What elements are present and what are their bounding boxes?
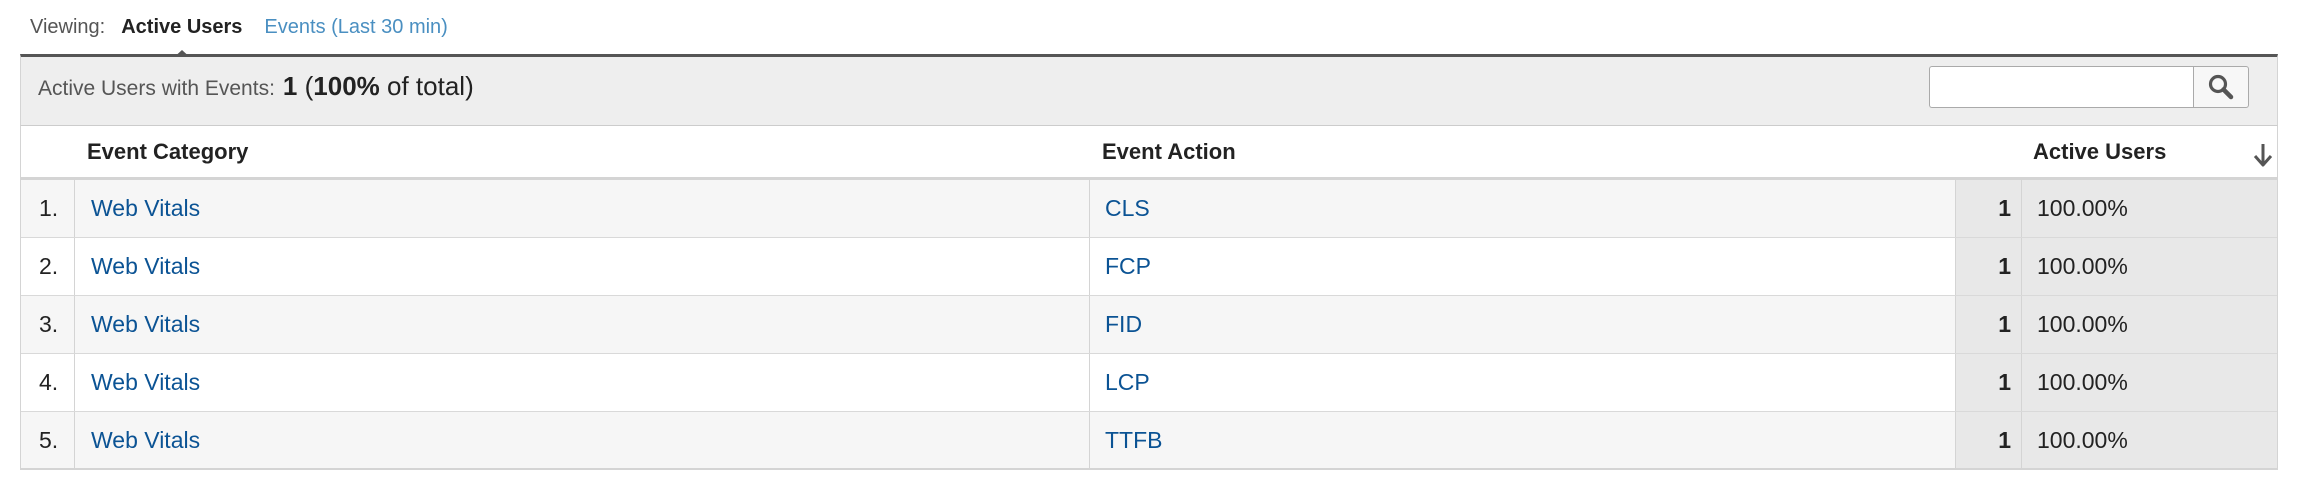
summary-of-total: of total) [387, 71, 474, 101]
active-users-percent: 100.00% [2037, 195, 2128, 221]
event-category-link[interactable]: Web Vitals [91, 253, 200, 280]
row-index: 1. [39, 195, 59, 221]
row-index-cell: 2. [21, 238, 75, 295]
summary-count: 1 [282, 71, 298, 101]
summary-label: Active Users with Events: [38, 77, 275, 100]
event-action-cell: FCP [1090, 238, 1956, 295]
active-users-percent: 100.00% [2037, 369, 2128, 395]
event-action-cell: LCP [1090, 354, 1956, 411]
table-row: 4. Web Vitals LCP 1 100.00% [21, 354, 2277, 412]
event-category-link[interactable]: Web Vitals [91, 427, 200, 454]
event-action-cell: TTFB [1090, 412, 1956, 468]
header-active-users-label: Active Users [2033, 139, 2167, 164]
active-users-percent: 100.00% [2037, 253, 2128, 279]
event-action-link[interactable]: FCP [1105, 253, 1151, 280]
event-category-cell: Web Vitals [75, 354, 1090, 411]
header-event-category[interactable]: Event Category [87, 139, 248, 165]
summary-open-paren: ( [304, 71, 314, 101]
table-row: 2. Web Vitals FCP 1 100.00% [21, 238, 2277, 296]
row-index: 5. [39, 426, 59, 453]
row-index: 3. [39, 311, 59, 337]
active-users-count: 1 [1998, 369, 2011, 395]
active-users-percent-cell: 100.00% [2022, 412, 2277, 468]
search-icon [2208, 74, 2234, 100]
summary-percent: 100% [313, 71, 380, 101]
summary-value: 1 (100% of total) [283, 71, 474, 102]
viewing-label: Viewing: [30, 15, 106, 38]
event-category-link[interactable]: Web Vitals [91, 195, 200, 222]
active-users-count-cell: 1 [1956, 296, 2022, 353]
active-users-count-cell: 1 [1956, 180, 2022, 237]
row-index-cell: 4. [21, 354, 75, 411]
summary-bar: Active Users with Events: 1 (100% of tot… [20, 54, 2278, 126]
event-action-link[interactable]: CLS [1105, 195, 1150, 222]
active-users-percent-cell: 100.00% [2022, 354, 2277, 411]
sort-descending-arrow-icon[interactable] [2251, 141, 2275, 169]
event-category-cell: Web Vitals [75, 180, 1090, 237]
row-index: 4. [39, 369, 59, 395]
event-category-link[interactable]: Web Vitals [91, 311, 200, 338]
tab-active-users-label: Active Users [121, 15, 243, 38]
row-index: 2. [39, 253, 59, 279]
active-users-percent: 100.00% [2037, 426, 2128, 453]
events-table: Event Category Event Action Active Users… [20, 126, 2278, 470]
table-body: 1. Web Vitals CLS 1 100.00% 2. Web Vitals FCP 1 1… [21, 180, 2277, 470]
active-users-count-cell: 1 [1956, 238, 2022, 295]
tab-events-last-30-min[interactable]: Events (Last 30 min) [264, 16, 447, 39]
active-users-count: 1 [1998, 195, 2011, 221]
table-row: 3. Web Vitals FID 1 100.00% [21, 296, 2277, 354]
summary-text: Active Users with Events: 1 (100% of tot… [38, 71, 474, 102]
active-users-count-cell: 1 [1956, 412, 2022, 468]
active-users-count: 1 [1998, 311, 2011, 337]
row-index-cell: 5. [21, 412, 75, 468]
event-action-link[interactable]: TTFB [1105, 427, 1163, 454]
active-users-percent: 100.00% [2037, 311, 2128, 337]
active-users-count: 1 [1998, 426, 2011, 453]
table-row: 5. Web Vitals TTFB 1 100.00% [21, 412, 2277, 470]
active-users-percent-cell: 100.00% [2022, 296, 2277, 353]
table-header: Event Category Event Action Active Users [21, 126, 2277, 180]
event-category-cell: Web Vitals [75, 296, 1090, 353]
event-action-cell: CLS [1090, 180, 1956, 237]
event-category-link[interactable]: Web Vitals [91, 369, 200, 396]
search-button[interactable] [2193, 66, 2249, 108]
row-index-cell: 3. [21, 296, 75, 353]
tab-active-users[interactable]: Active Users [121, 15, 243, 60]
row-index-cell: 1. [21, 180, 75, 237]
event-action-link[interactable]: FID [1105, 311, 1142, 338]
active-users-count: 1 [1998, 253, 2011, 279]
event-action-link[interactable]: LCP [1105, 369, 1150, 396]
viewing-bar: Viewing: Active Users Events (Last 30 mi… [30, 0, 448, 60]
active-users-percent-cell: 100.00% [2022, 238, 2277, 295]
event-category-cell: Web Vitals [75, 238, 1090, 295]
event-category-cell: Web Vitals [75, 412, 1090, 468]
header-event-action[interactable]: Event Action [1102, 139, 1236, 165]
search-input[interactable] [1929, 66, 2193, 108]
active-users-percent-cell: 100.00% [2022, 180, 2277, 237]
table-row: 1. Web Vitals CLS 1 100.00% [21, 180, 2277, 238]
event-action-cell: FID [1090, 296, 1956, 353]
active-users-count-cell: 1 [1956, 354, 2022, 411]
